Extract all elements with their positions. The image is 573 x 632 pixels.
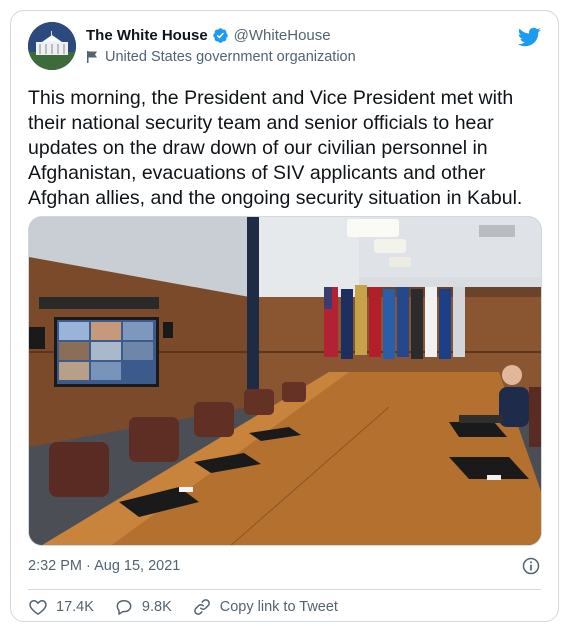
actions-divider [28,589,541,590]
author-avatar[interactable] [28,22,76,70]
like-button[interactable]: 17.4K [28,597,94,617]
twitter-bird-icon[interactable] [517,25,541,49]
reply-button[interactable]: 9.8K [114,597,172,617]
tweet-card: The White House @WhiteHouse United State… [10,10,559,622]
reply-bubble-icon [116,600,132,615]
like-count: 17.4K [56,599,94,615]
white-house-avatar-icon [28,22,76,70]
tweet-photo[interactable] [28,216,542,546]
government-label: United States government organization [86,49,356,65]
situation-room-photo [29,217,541,545]
tweet-text: This morning, the President and Vice Pre… [28,87,523,209]
author-name[interactable]: The White House [86,27,208,44]
tweet-actions: 17.4K 9.8K Copy link to Tweet [28,597,358,617]
tweet-timestamp[interactable]: 2:32 PM · Aug 15, 2021 [28,558,180,574]
flag-icon [87,51,97,63]
link-icon [193,599,210,615]
info-icon[interactable] [521,556,541,576]
heart-icon [29,599,47,615]
government-label-text: United States government organization [105,49,356,65]
copy-link-label: Copy link to Tweet [219,599,338,615]
author-handle[interactable]: @WhiteHouse [234,27,331,44]
reply-count: 9.8K [141,599,172,615]
author-name-row: The White House @WhiteHouse [86,27,331,44]
verified-badge-icon [212,28,228,43]
copy-link-button[interactable]: Copy link to Tweet [192,597,338,617]
